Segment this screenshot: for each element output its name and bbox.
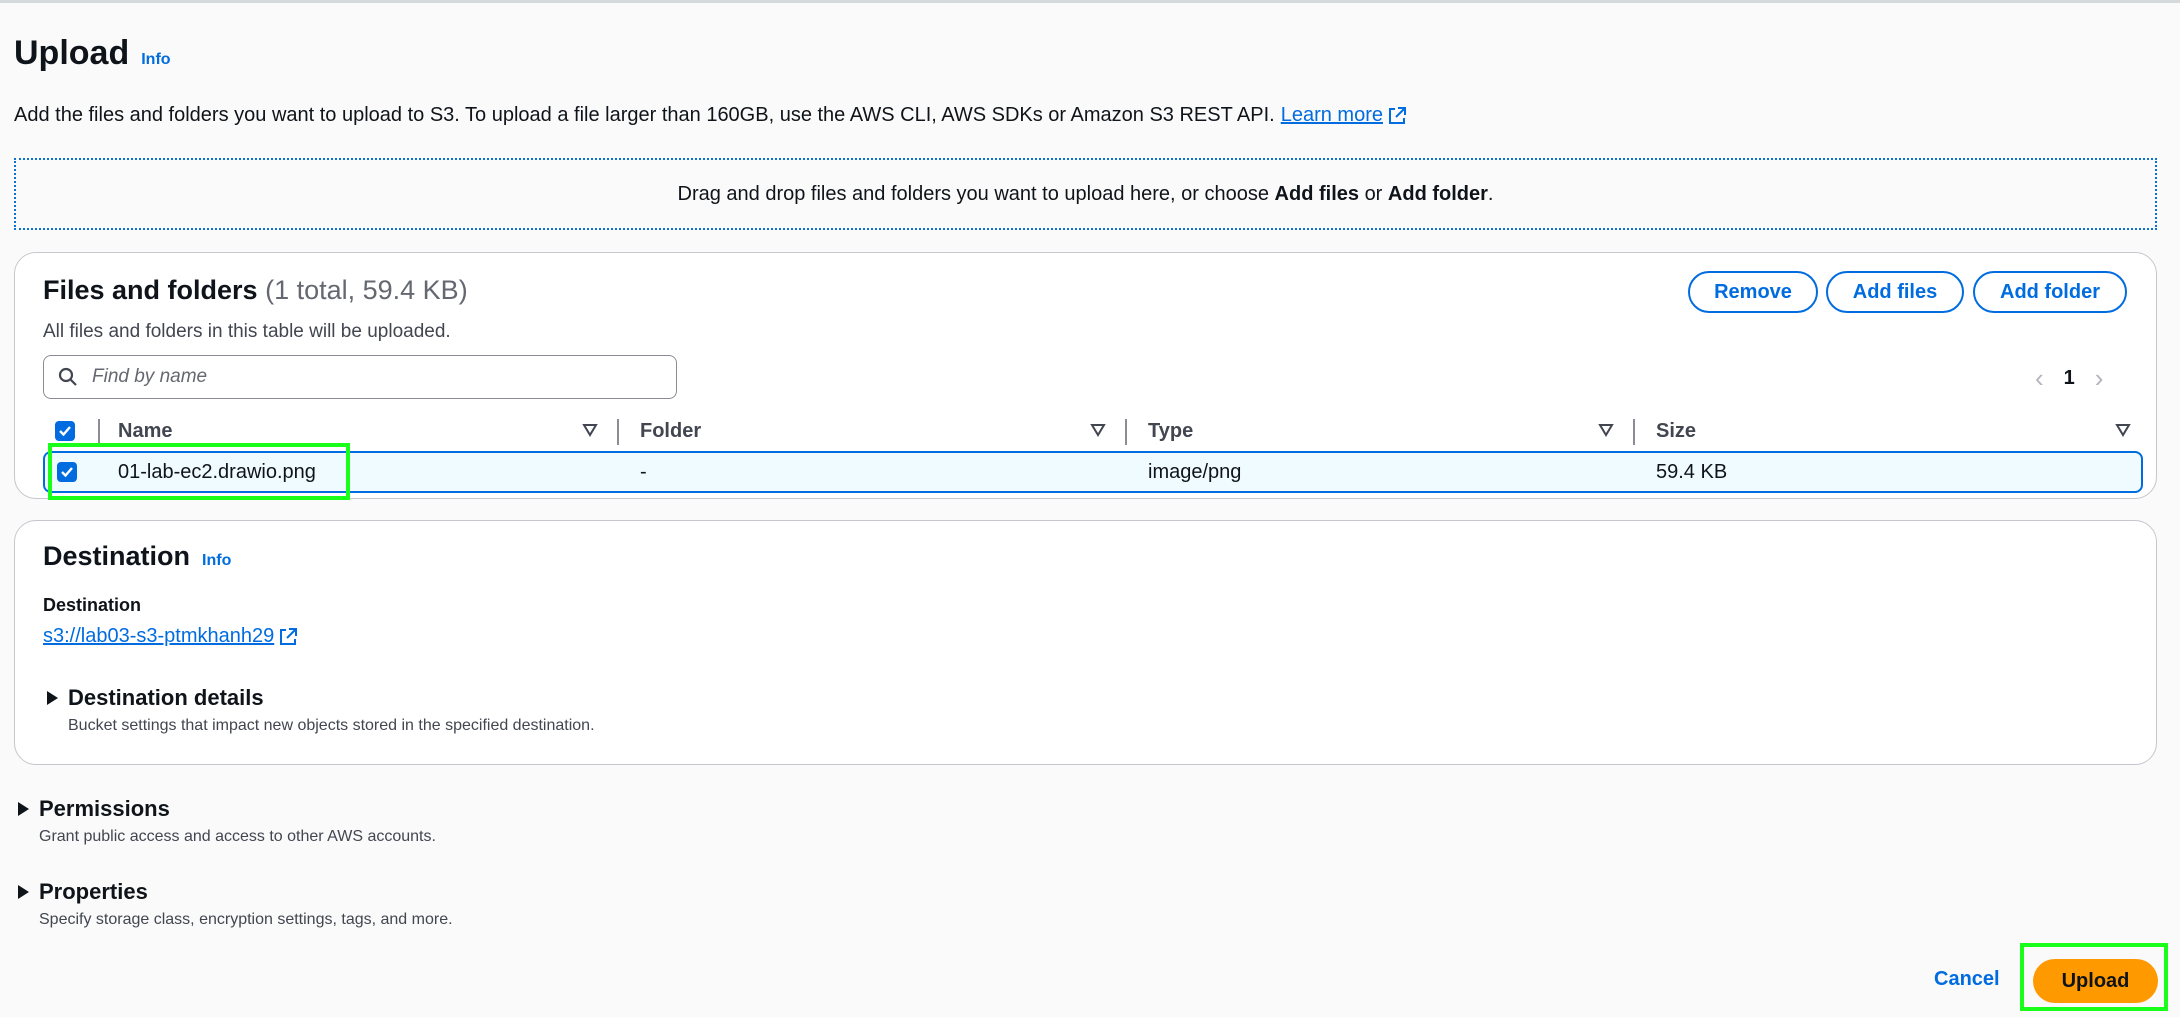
- file-type-cell: image/png: [1148, 460, 1242, 483]
- sort-icon[interactable]: [2114, 421, 2132, 439]
- search-icon: [58, 367, 77, 386]
- destination-title: Destination: [43, 541, 191, 571]
- destination-link-row: s3://lab03-s3-ptmkhanh29: [43, 625, 298, 648]
- add-folder-button[interactable]: Add folder: [1973, 271, 2127, 313]
- files-title: Files and folders (1 total, 59.4 KB): [43, 275, 468, 306]
- external-link-icon: [1389, 106, 1406, 124]
- description-text: Add the files and folders you want to up…: [14, 104, 1275, 126]
- info-link[interactable]: Info: [141, 51, 170, 69]
- caret-right-icon: [18, 802, 29, 816]
- page-header: Upload Info: [14, 34, 171, 73]
- files-count: (1 total, 59.4 KB): [265, 275, 468, 305]
- caret-right-icon: [47, 691, 58, 705]
- properties-expander[interactable]: Properties Specify storage class, encryp…: [18, 879, 453, 929]
- column-header-name[interactable]: Name: [118, 411, 172, 451]
- upload-button[interactable]: Upload: [2033, 959, 2158, 1003]
- properties-title: Properties: [39, 879, 148, 904]
- dropzone-suffix: .: [1487, 182, 1494, 205]
- caret-right-icon: [18, 885, 29, 899]
- remove-button[interactable]: Remove: [1688, 271, 1818, 313]
- column-divider[interactable]: [617, 419, 619, 445]
- current-page[interactable]: 1: [2064, 367, 2075, 390]
- destination-link[interactable]: s3://lab03-s3-ptmkhanh29: [43, 625, 274, 648]
- destination-details-content: Destination details Bucket settings that…: [68, 685, 595, 735]
- permissions-desc: Grant public access and access to other …: [39, 828, 436, 845]
- file-folder-cell: -: [640, 460, 647, 483]
- files-subtitle: All files and folders in this table will…: [43, 321, 451, 342]
- column-divider[interactable]: [1125, 419, 1127, 445]
- column-name-label: Name: [118, 419, 173, 442]
- table-row[interactable]: 01-lab-ec2.drawio.png - image/png 59.4 K…: [43, 451, 2143, 493]
- cancel-button[interactable]: Cancel: [1934, 968, 2000, 991]
- pagination: ‹ 1 ›: [2035, 363, 2103, 394]
- files-title-text: Files and folders: [43, 275, 258, 305]
- column-folder-label: Folder: [640, 419, 702, 442]
- dropzone-add-folder: Add folder: [1387, 182, 1488, 205]
- column-header-folder[interactable]: Folder: [640, 411, 701, 451]
- dropzone-or: or: [1364, 182, 1383, 205]
- destination-details-expander[interactable]: Destination details Bucket settings that…: [47, 685, 595, 735]
- dropzone-text: Drag and drop files and folders you want…: [677, 182, 1269, 205]
- table-header: Name Folder Type Size: [43, 411, 2143, 451]
- learn-more-link[interactable]: Learn more: [1281, 104, 1407, 127]
- properties-content: Properties Specify storage class, encryp…: [39, 879, 453, 929]
- add-files-button[interactable]: Add files: [1826, 271, 1964, 313]
- destination-panel: Destination Info Destination s3://lab03-…: [14, 520, 2157, 765]
- learn-more-label: Learn more: [1280, 104, 1383, 126]
- properties-desc: Specify storage class, encryption settin…: [39, 911, 453, 928]
- file-name-cell: 01-lab-ec2.drawio.png: [118, 460, 316, 483]
- chevron-right-icon[interactable]: ›: [2095, 363, 2104, 394]
- permissions-expander[interactable]: Permissions Grant public access and acce…: [18, 796, 436, 846]
- search-box: [43, 355, 677, 399]
- destination-details-title: Destination details: [68, 685, 264, 710]
- file-size-cell: 59.4 KB: [1656, 460, 1728, 483]
- column-header-type[interactable]: Type: [1148, 411, 1193, 451]
- page-title: Upload: [14, 34, 130, 72]
- select-all-cell: [55, 411, 75, 451]
- drop-zone[interactable]: Drag and drop files and folders you want…: [14, 158, 2157, 230]
- destination-info-link[interactable]: Info: [202, 552, 231, 570]
- column-size-label: Size: [1656, 419, 1697, 442]
- top-border: [0, 0, 2180, 3]
- sort-icon[interactable]: [1089, 421, 1107, 439]
- permissions-title: Permissions: [39, 796, 170, 821]
- destination-label: Destination: [43, 595, 142, 615]
- column-divider[interactable]: [1633, 419, 1635, 445]
- row-select-cell: [57, 453, 77, 491]
- check-icon: [59, 426, 71, 437]
- check-icon: [61, 467, 73, 478]
- select-all-checkbox[interactable]: [55, 421, 75, 441]
- sort-icon[interactable]: [581, 421, 599, 439]
- dropzone-add-files: Add files: [1274, 182, 1359, 205]
- search-input[interactable]: [90, 365, 650, 389]
- row-checkbox[interactable]: [57, 462, 77, 482]
- page-description: Add the files and folders you want to up…: [14, 104, 1407, 127]
- column-header-size[interactable]: Size: [1656, 411, 1696, 451]
- files-and-folders-panel: Files and folders (1 total, 59.4 KB) All…: [14, 252, 2157, 499]
- column-divider[interactable]: [98, 419, 100, 445]
- sort-icon[interactable]: [1597, 421, 1615, 439]
- destination-header: Destination Info: [43, 541, 231, 572]
- destination-details-desc: Bucket settings that impact new objects …: [68, 717, 595, 734]
- permissions-content: Permissions Grant public access and acce…: [39, 796, 436, 846]
- column-type-label: Type: [1148, 419, 1194, 442]
- chevron-left-icon[interactable]: ‹: [2035, 363, 2044, 394]
- external-link-icon[interactable]: [278, 627, 298, 647]
